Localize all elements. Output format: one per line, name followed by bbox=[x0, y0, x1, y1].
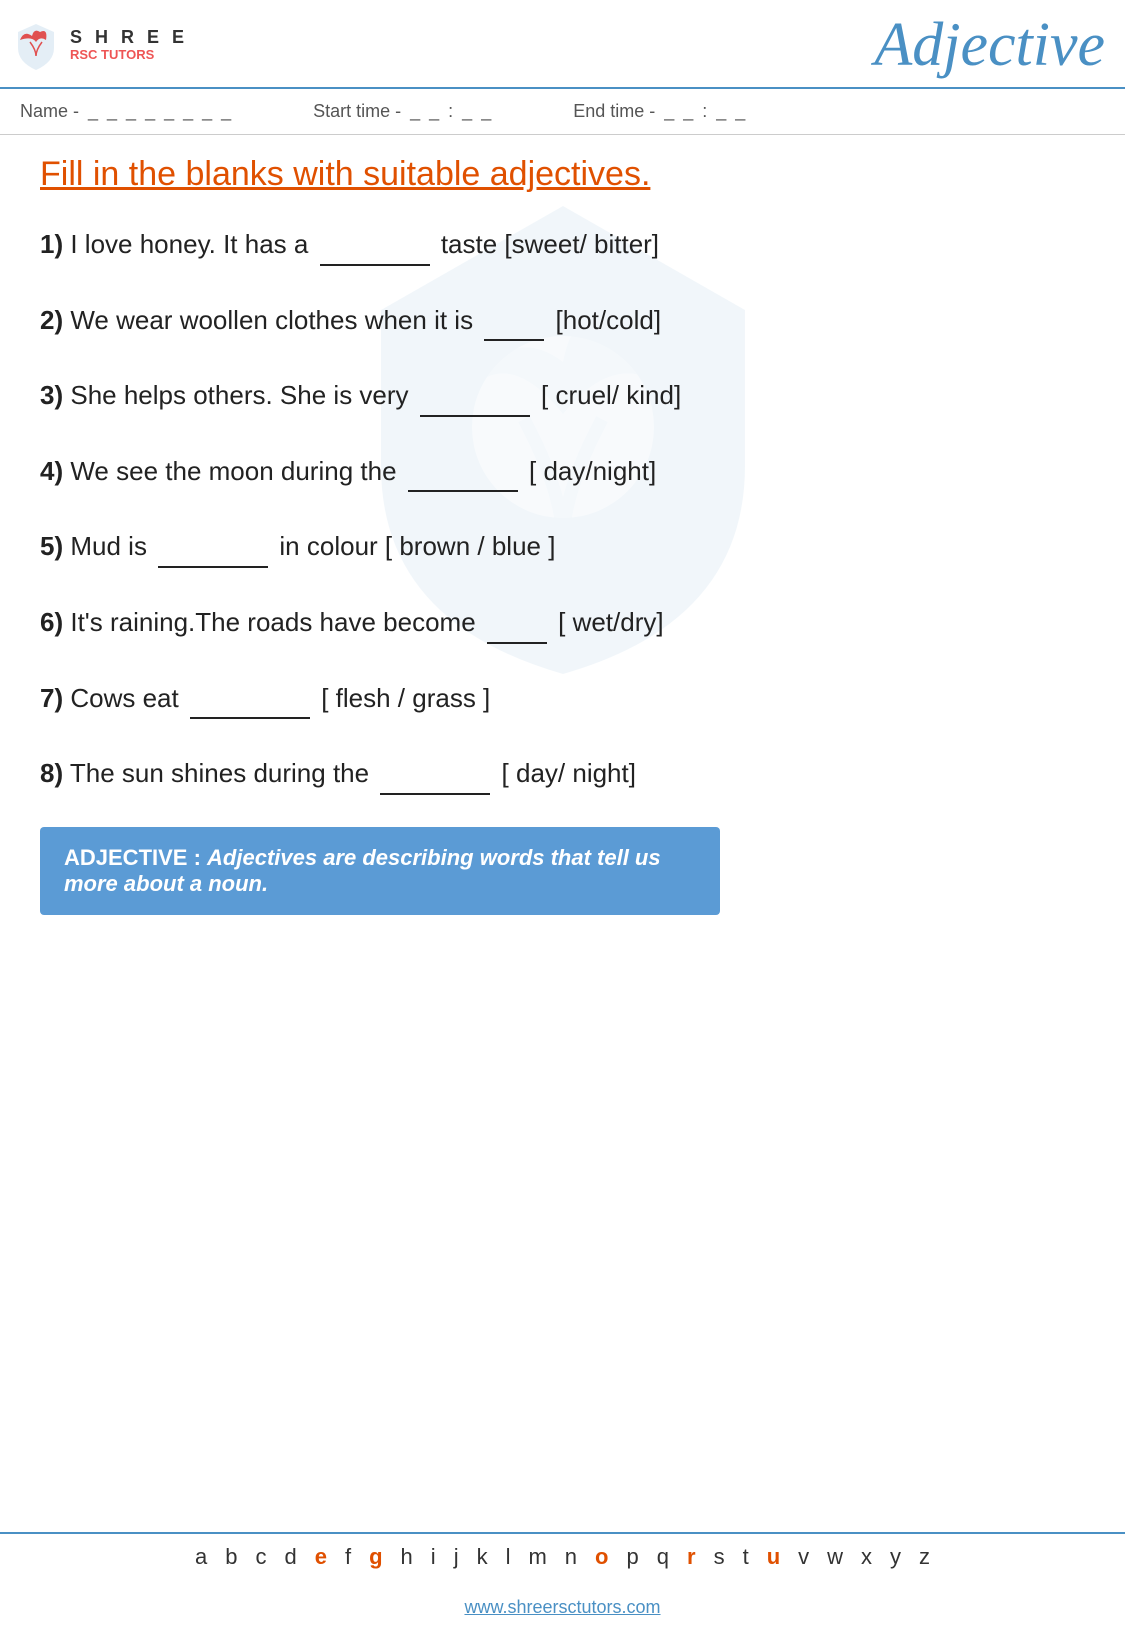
question-6: 6) It's raining.The roads have become [ … bbox=[40, 600, 1085, 644]
alpha-letter-b: b bbox=[225, 1544, 237, 1570]
q8-text-after: [ day/ night] bbox=[502, 758, 636, 788]
alpha-letter-t: t bbox=[743, 1544, 749, 1570]
alpha-letter-y: y bbox=[890, 1544, 901, 1570]
start-time-label: Start time - _ _ : _ _ bbox=[313, 101, 493, 122]
name-label: Name - _ _ _ _ _ _ _ _ bbox=[20, 101, 233, 122]
alpha-letter-i: i bbox=[431, 1544, 436, 1570]
q2-num: 2) bbox=[40, 305, 63, 335]
q1-blank bbox=[320, 222, 430, 266]
alpha-letter-g: g bbox=[369, 1544, 382, 1570]
alpha-letter-w: w bbox=[827, 1544, 843, 1570]
q4-text-after: [ day/night] bbox=[529, 456, 656, 486]
q5-blank bbox=[158, 524, 268, 568]
q7-blank bbox=[190, 676, 310, 720]
alpha-letter-n: n bbox=[565, 1544, 577, 1570]
q6-text-after: [ wet/dry] bbox=[558, 607, 663, 637]
alpha-letter-m: m bbox=[528, 1544, 546, 1570]
q2-text-after: [hot/cold] bbox=[556, 305, 662, 335]
alpha-letter-e: e bbox=[315, 1544, 327, 1570]
q3-num: 3) bbox=[40, 380, 63, 410]
alpha-letter-a: a bbox=[195, 1544, 207, 1570]
alpha-letter-p: p bbox=[627, 1544, 639, 1570]
logo-icon bbox=[10, 20, 62, 72]
alpha-letter-l: l bbox=[506, 1544, 511, 1570]
q8-blank bbox=[380, 751, 490, 795]
q5-num: 5) bbox=[40, 531, 63, 561]
def-label: ADJECTIVE : bbox=[64, 845, 207, 870]
q1-num: 1) bbox=[40, 229, 63, 259]
alpha-letter-x: x bbox=[861, 1544, 872, 1570]
logo-area: S H R E E RSC TUTORS bbox=[10, 20, 188, 72]
q5-text-after: in colour [ brown / blue ] bbox=[279, 531, 555, 561]
q1-text-after: taste [sweet/ bitter] bbox=[441, 229, 659, 259]
info-row: Name - _ _ _ _ _ _ _ _ Start time - _ _ … bbox=[0, 89, 1125, 135]
definition-box: ADJECTIVE : Adjectives are describing wo… bbox=[40, 827, 720, 915]
alpha-letter-h: h bbox=[401, 1544, 413, 1570]
q2-blank bbox=[484, 298, 544, 342]
q7-text-after: [ flesh / grass ] bbox=[321, 683, 490, 713]
alpha-letter-o: o bbox=[595, 1544, 608, 1570]
question-5: 5) Mud is in colour [ brown / blue ] bbox=[40, 524, 1085, 568]
q2-text-before: We wear woollen clothes when it is bbox=[70, 305, 480, 335]
alpha-letter-v: v bbox=[798, 1544, 809, 1570]
question-4: 4) We see the moon during the [ day/nigh… bbox=[40, 449, 1085, 493]
q8-text-before: The sun shines during the bbox=[70, 758, 376, 788]
question-3: 3) She helps others. She is very [ cruel… bbox=[40, 373, 1085, 417]
q6-num: 6) bbox=[40, 607, 63, 637]
question-1: 1) I love honey. It has a taste [sweet/ … bbox=[40, 222, 1085, 266]
q3-blank bbox=[420, 373, 530, 417]
alpha-letter-k: k bbox=[477, 1544, 488, 1570]
end-time-label: End time - _ _ : _ _ bbox=[573, 101, 747, 122]
q4-blank bbox=[408, 449, 518, 493]
main-content: Fill in the blanks with suitable adjecti… bbox=[0, 135, 1125, 953]
q1-text-before: I love honey. It has a bbox=[70, 229, 315, 259]
q7-text-before: Cows eat bbox=[70, 683, 186, 713]
alpha-letter-z: z bbox=[919, 1544, 930, 1570]
question-8: 8) The sun shines during the [ day/ nigh… bbox=[40, 751, 1085, 795]
header: S H R E E RSC TUTORS Adjective bbox=[0, 0, 1125, 89]
alpha-letter-j: j bbox=[454, 1544, 459, 1570]
q8-num: 8) bbox=[40, 758, 63, 788]
question-2: 2) We wear woollen clothes when it is [h… bbox=[40, 298, 1085, 342]
question-7: 7) Cows eat [ flesh / grass ] bbox=[40, 676, 1085, 720]
q3-text-before: She helps others. She is very bbox=[70, 380, 415, 410]
q7-num: 7) bbox=[40, 683, 63, 713]
q4-num: 4) bbox=[40, 456, 63, 486]
alphabet-row: abcdefghijklmnopqrstuvwxyz bbox=[0, 1532, 1125, 1580]
q5-text-before: Mud is bbox=[70, 531, 154, 561]
footer-url[interactable]: www.shreersctutors.com bbox=[0, 1597, 1125, 1618]
section-title: Fill in the blanks with suitable adjecti… bbox=[40, 155, 1085, 194]
alpha-letter-d: d bbox=[284, 1544, 296, 1570]
page-title: Adjective bbox=[874, 10, 1105, 81]
alpha-letter-r: r bbox=[687, 1544, 696, 1570]
logo-rsc-text: RSC TUTORS bbox=[70, 48, 188, 62]
alpha-letter-c: c bbox=[255, 1544, 266, 1570]
q6-blank bbox=[487, 600, 547, 644]
q4-text-before: We see the moon during the bbox=[70, 456, 403, 486]
logo-shree-text: S H R E E bbox=[70, 28, 188, 48]
alpha-letter-f: f bbox=[345, 1544, 351, 1570]
alpha-letter-s: s bbox=[714, 1544, 725, 1570]
q3-text-after: [ cruel/ kind] bbox=[541, 380, 681, 410]
logo-text: S H R E E RSC TUTORS bbox=[70, 28, 188, 62]
alpha-letter-q: q bbox=[657, 1544, 669, 1570]
alpha-letter-u: u bbox=[767, 1544, 780, 1570]
q6-text-before: It's raining.The roads have become bbox=[70, 607, 483, 637]
